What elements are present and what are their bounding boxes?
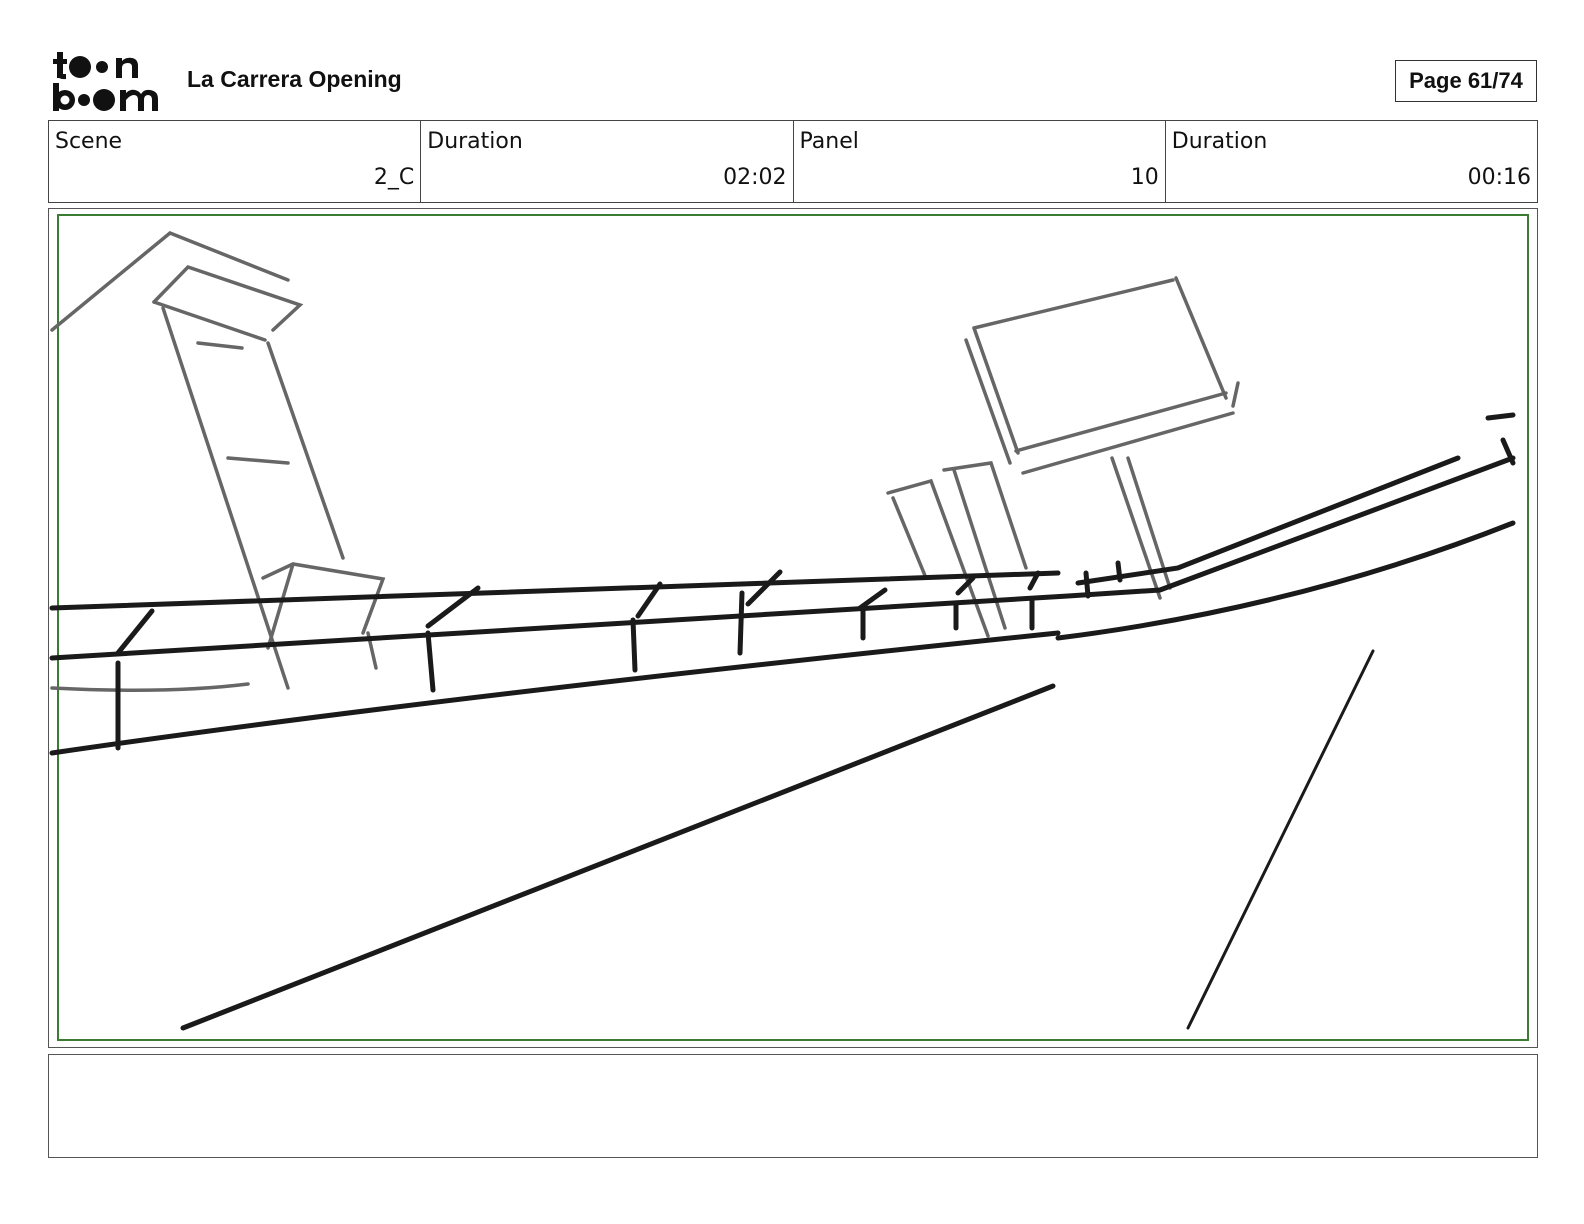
panel-notes	[48, 1054, 1538, 1158]
info-cell-panel: Panel 10	[794, 121, 1166, 202]
info-cell-scene: Scene 2_C	[49, 121, 422, 202]
storyboard-sketch	[49, 214, 1529, 1041]
info-cell-panel-duration: Duration 00:16	[1166, 121, 1537, 202]
toon-boom-logo	[53, 52, 158, 111]
panel-duration-label: Duration	[1171, 129, 1268, 154]
rail-sketch	[49, 412, 1516, 756]
page-indicator: Page 61/74	[1395, 60, 1537, 102]
ground-line-left	[180, 683, 1056, 1031]
ground-line-right	[1186, 649, 1375, 1030]
project-title: La Carrera Opening	[187, 66, 402, 92]
scene-label: Scene	[55, 129, 123, 154]
info-table: Scene 2_C Duration 02:02 Panel 10 Durati…	[48, 120, 1538, 203]
scene-duration-value: 02:02	[723, 165, 787, 190]
safe-frame	[57, 214, 1529, 1041]
panel-label: Panel	[799, 129, 859, 154]
tower-sketch	[50, 230, 386, 692]
panel-duration-value: 00:16	[1467, 165, 1531, 190]
scene-value: 2_C	[373, 165, 415, 190]
scene-duration-label: Duration	[427, 129, 523, 154]
info-cell-scene-duration: Duration 02:02	[421, 121, 794, 202]
panel-value: 10	[1130, 165, 1159, 190]
